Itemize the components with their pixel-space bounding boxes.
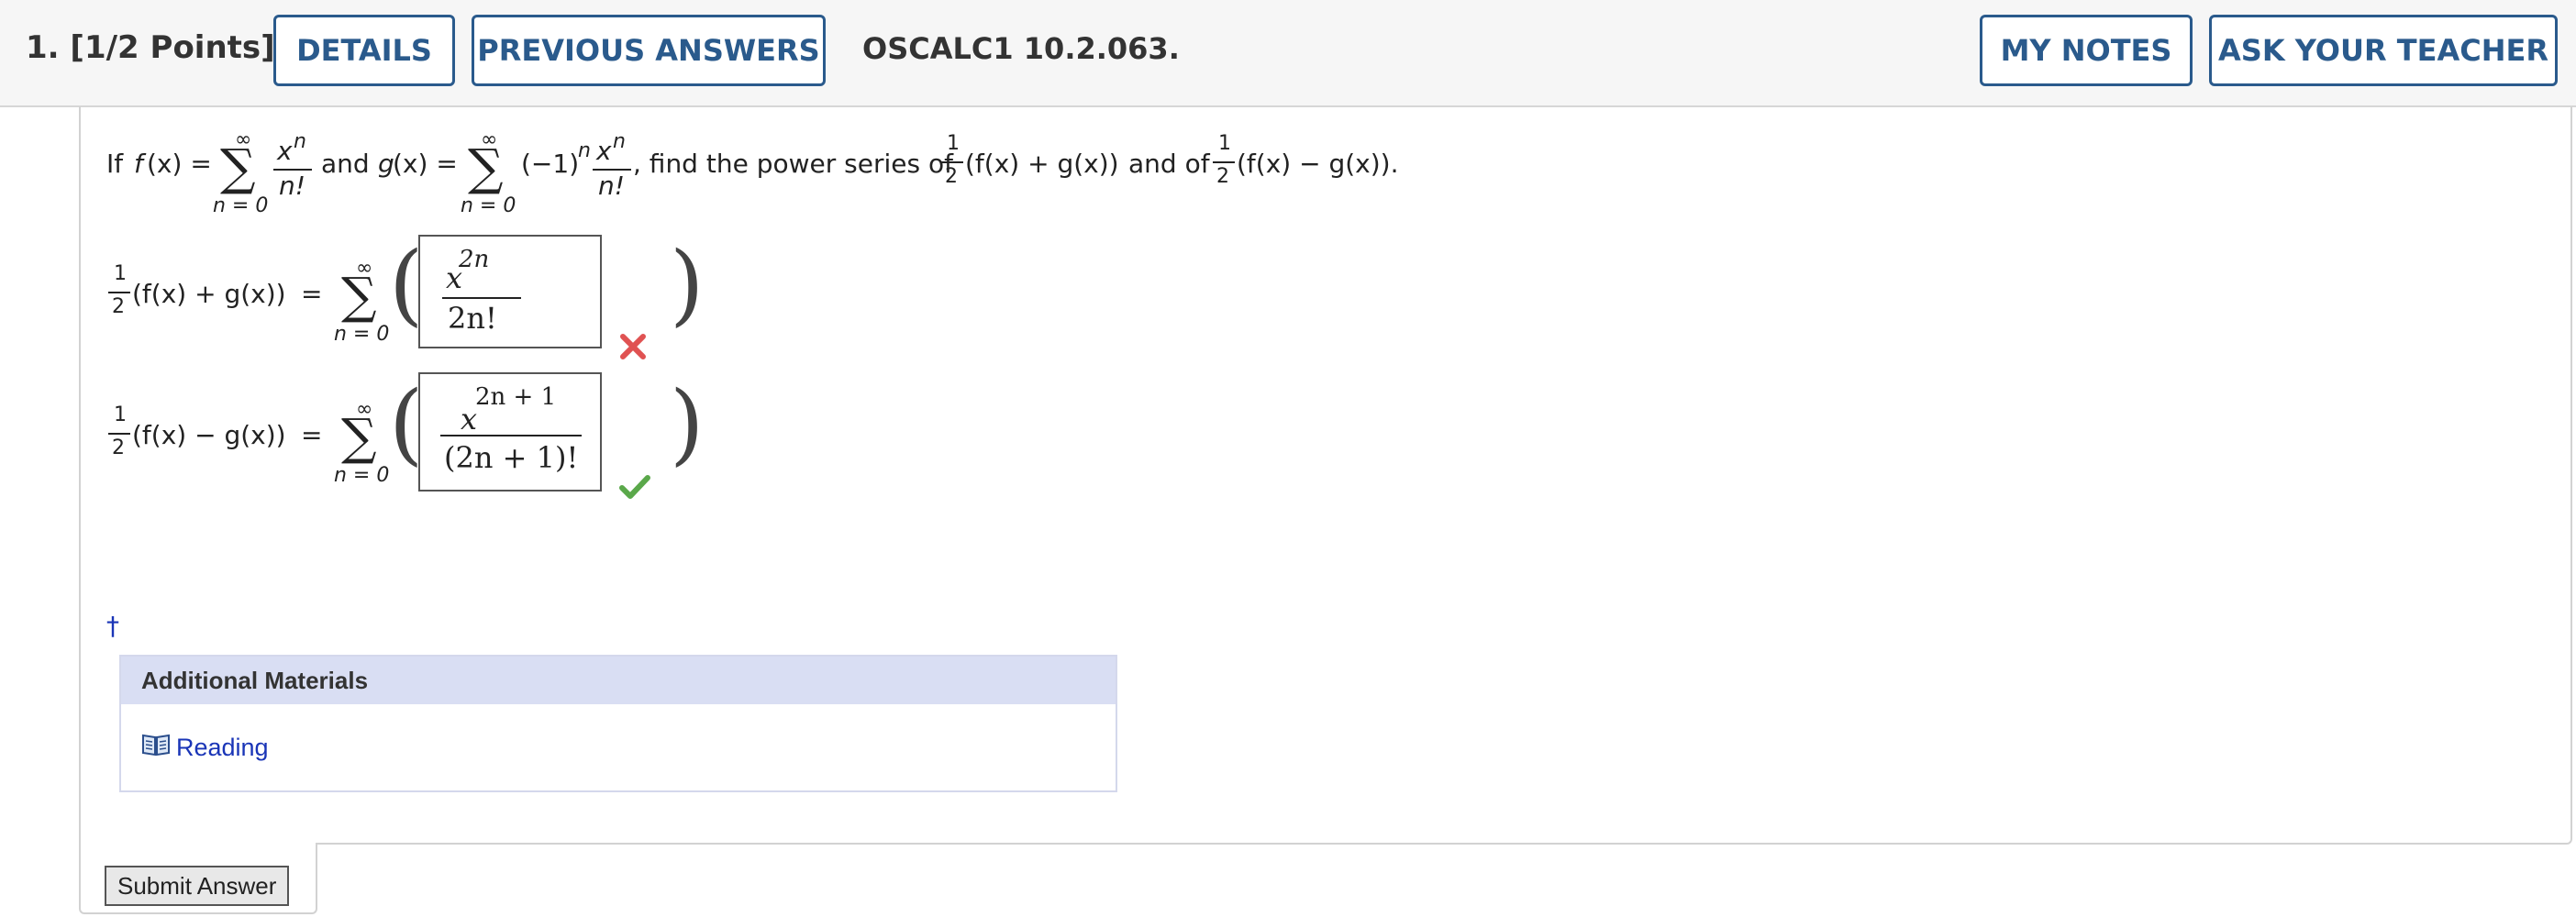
sum1-den: n! <box>279 171 305 201</box>
row1-lhs: (f(x) + g(x)) <box>132 279 286 309</box>
correct-icon <box>618 473 651 505</box>
row1-sum-lower: n = 0 <box>334 323 390 346</box>
row2-equals: = <box>301 420 323 450</box>
additional-materials-panel: Additional Materials Reading <box>119 655 1117 792</box>
question-id: OSCALC1 10.2.063. <box>862 31 1180 66</box>
question-header: 1. [1/2 Points] DETAILS PREVIOUS ANSWERS… <box>0 0 2576 107</box>
sum1-num-x: x <box>277 136 293 166</box>
row1-half-bar <box>108 292 130 293</box>
half1-den: 2 <box>945 165 958 188</box>
row1-ans-den: 2n! <box>448 301 497 336</box>
half2-bar <box>1213 161 1235 163</box>
half2-den: 2 <box>1216 165 1229 188</box>
f-arg: (x) = <box>147 149 212 179</box>
answer-input-diff[interactable]: x 2n + 1 (2n + 1)! <box>418 372 602 492</box>
half1-num: 1 <box>947 132 960 155</box>
text-if: If <box>106 149 124 179</box>
row1-close-paren: ) <box>670 233 705 336</box>
footnote-dagger[interactable]: † <box>106 611 119 641</box>
row2-sigma: ∑ <box>341 408 377 466</box>
answer-input-sum[interactable]: x 2n 2n! <box>418 235 602 348</box>
sum1-num-n: n <box>294 130 306 153</box>
submit-answer-button[interactable]: Submit Answer <box>105 866 290 906</box>
sum2-num-n: n <box>613 130 626 153</box>
sum2-num-x: x <box>596 136 612 166</box>
sum2-den: n! <box>598 171 625 201</box>
additional-materials-title: Additional Materials <box>121 657 1116 704</box>
sum-expr: (f(x) + g(x)) <box>965 149 1119 179</box>
previous-answers-button[interactable]: PREVIOUS ANSWERS <box>472 15 826 86</box>
row1-ans-exp: 2n <box>459 246 490 273</box>
row2-close-paren: ) <box>670 372 705 475</box>
row2-lhs: (f(x) − g(x)) <box>132 420 286 450</box>
and-of-text: and of <box>1128 149 1210 179</box>
row2-half-den: 2 <box>112 436 125 459</box>
half2-num: 1 <box>1218 132 1231 155</box>
question-points: [1/2 Points] <box>70 29 275 66</box>
g-arg: (x) = <box>393 149 458 179</box>
reading-link[interactable]: Reading <box>141 732 269 764</box>
row1-half-den: 2 <box>112 295 125 318</box>
question-number-points: 1. [1/2 Points] <box>26 29 275 66</box>
incorrect-icon <box>618 332 648 366</box>
book-icon <box>141 732 171 764</box>
sum2-lower: n = 0 <box>461 194 516 217</box>
reading-label: Reading <box>176 734 269 761</box>
sum1-lower: n = 0 <box>213 194 269 217</box>
f-symbol: f <box>134 149 143 179</box>
row2-half-num: 1 <box>114 403 127 426</box>
row2-ans-den: (2n + 1)! <box>444 440 579 475</box>
my-notes-button[interactable]: MY NOTES <box>1980 15 2193 86</box>
row2-ans-exp: 2n + 1 <box>475 383 557 411</box>
neg-one-exp: n <box>578 139 591 162</box>
row2-sum-lower: n = 0 <box>334 464 390 487</box>
diff-expr: (f(x) − g(x)). <box>1237 149 1399 179</box>
question-number: 1. <box>26 29 60 66</box>
text-and: and <box>321 149 370 179</box>
half1-bar <box>941 161 963 163</box>
sum1-sigma: ∑ <box>220 138 256 196</box>
row2-ans-bar <box>440 435 582 436</box>
find-text: , find the power series of <box>633 149 953 179</box>
row1-equals: = <box>301 279 323 309</box>
row1-half-num: 1 <box>114 262 127 285</box>
sum2-sigma: ∑ <box>468 138 504 196</box>
row1-ans-bar <box>442 297 521 299</box>
ask-your-teacher-button[interactable]: ASK YOUR TEACHER <box>2209 15 2558 86</box>
row1-sigma: ∑ <box>341 267 377 325</box>
row2-half-bar <box>108 433 130 435</box>
details-button[interactable]: DETAILS <box>273 15 455 86</box>
neg-one: (−1) <box>521 149 580 179</box>
